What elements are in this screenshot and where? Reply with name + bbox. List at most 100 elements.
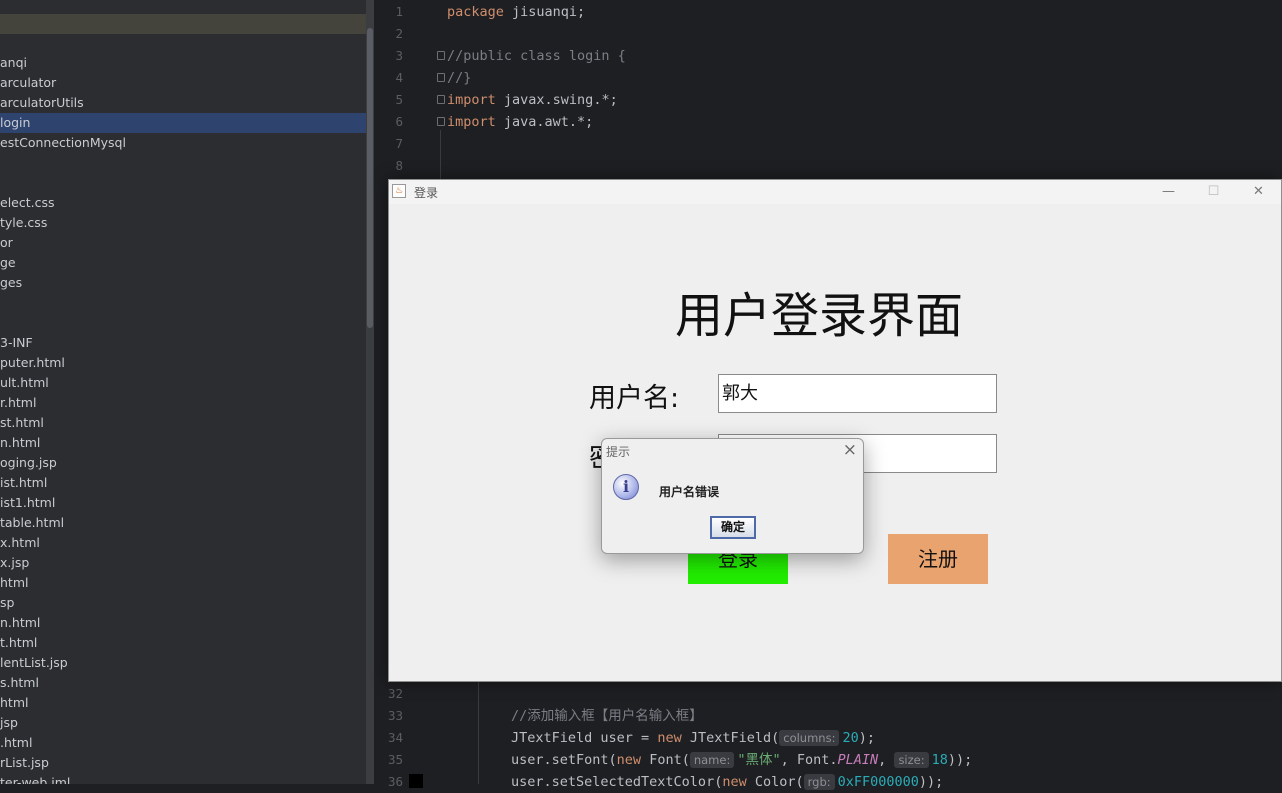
code-line[interactable]: import java.awt.*; — [447, 111, 593, 133]
code-text: )); — [947, 752, 973, 768]
code-line[interactable]: user.setFont(new Font(name: "黑体", Font.PL… — [511, 749, 972, 771]
tree-item[interactable]: login — [0, 113, 366, 133]
indent-guide — [478, 682, 479, 784]
dialog-title: 提示 — [606, 445, 631, 459]
tree-item[interactable]: or — [0, 233, 13, 253]
tree-item[interactable]: html — [0, 693, 28, 713]
tree-item[interactable]: ult.html — [0, 373, 49, 393]
line-number: 8 — [395, 158, 403, 173]
tree-item[interactable]: 3-INF — [0, 333, 33, 353]
tree-item[interactable]: n.html — [0, 433, 40, 453]
fold-icon[interactable] — [437, 117, 445, 126]
window-titlebar[interactable]: ♨ 登录 — ☐ ✕ — [389, 180, 1281, 204]
tree-item[interactable]: ges — [0, 273, 22, 293]
tree-item[interactable]: t.html — [0, 633, 37, 653]
code-text: javax.swing.*; — [495, 92, 618, 108]
line-number: 33 — [387, 708, 403, 723]
tree-item[interactable]: estConnectionMysql — [0, 133, 126, 153]
info-icon: i — [613, 474, 639, 500]
scrollbar-thumb[interactable] — [367, 28, 373, 328]
tree-item[interactable]: x.jsp — [0, 553, 29, 573]
code-line[interactable]: JTextField user = new JTextField(columns… — [511, 727, 875, 749]
code-text: Color( — [746, 774, 804, 790]
tree-item[interactable]: .html — [0, 733, 32, 753]
code-text: )); — [918, 774, 944, 790]
register-button[interactable]: 注册 — [888, 534, 988, 584]
keyword: new — [657, 730, 682, 746]
tree-item[interactable]: s.html — [0, 673, 39, 693]
tree-scrollbar[interactable] — [366, 0, 374, 784]
tree-item[interactable]: table.html — [0, 513, 64, 533]
maximize-icon[interactable]: ☐ — [1191, 180, 1236, 204]
ok-button[interactable]: 确定 — [710, 516, 756, 539]
tree-item[interactable]: puter.html — [0, 353, 65, 373]
line-number: 32 — [387, 686, 403, 701]
tree-item[interactable]: tyle.css — [0, 213, 47, 233]
minimize-icon[interactable]: — — [1146, 180, 1191, 204]
fold-icon[interactable] — [437, 73, 445, 82]
fold-icon[interactable] — [437, 51, 445, 60]
login-window: ♨ 登录 — ☐ ✕ 用户登录界面 用户名: 郭大 密 登录 注册 — [388, 179, 1282, 682]
tree-item[interactable]: st.html — [0, 413, 44, 433]
tree-item[interactable]: sp — [0, 593, 14, 613]
code-line[interactable]: user.setSelectedTextColor(new Color(rgb:… — [511, 771, 943, 793]
line-number: 7 — [395, 136, 403, 151]
code-text: , Font. — [780, 752, 838, 768]
code-text: JTextField user = — [511, 730, 658, 746]
tree-item[interactable]: ge — [0, 253, 16, 273]
param-hint: columns: — [779, 730, 840, 746]
keyword: new — [616, 752, 642, 768]
line-number: 1 — [395, 4, 403, 19]
code-text: JTextField( — [681, 730, 780, 746]
line-number: 35 — [387, 752, 403, 767]
fold-icon[interactable] — [437, 95, 445, 104]
code-text: java.awt.*; — [495, 114, 594, 130]
code-line[interactable]: //public class login { — [447, 45, 626, 67]
line-number: 2 — [395, 26, 403, 41]
username-input[interactable]: 郭大 — [718, 374, 997, 413]
string-literal: "黑体" — [737, 752, 781, 768]
tree-item[interactable]: ist1.html — [0, 493, 55, 513]
number-literal: 18 — [931, 752, 948, 768]
tree-item[interactable]: jsp — [0, 713, 18, 733]
tree-item[interactable]: oging.jsp — [0, 453, 57, 473]
keyword: import — [447, 92, 496, 108]
tree-item[interactable]: arculatorUtils — [0, 93, 84, 113]
param-hint: rgb: — [803, 774, 835, 790]
code-line[interactable]: //} — [447, 67, 471, 89]
line-number: 36 — [387, 774, 403, 789]
breakpoint-marker[interactable] — [409, 774, 423, 788]
line-number: 6 — [395, 114, 403, 129]
constant: PLAIN — [837, 752, 879, 768]
code-text: user.setFont( — [511, 752, 617, 768]
tree-item[interactable]: x.html — [0, 533, 40, 553]
close-icon[interactable]: ✕ — [1236, 180, 1281, 204]
window-title: 登录 — [414, 186, 439, 200]
code-line[interactable]: package jisuanqi; — [447, 1, 585, 23]
tree-item[interactable]: elect.css — [0, 193, 55, 213]
number-literal: 0xFF000000 — [837, 774, 919, 790]
line-number: 3 — [395, 48, 403, 63]
tree-item[interactable]: html — [0, 573, 28, 593]
tree-item[interactable]: anqi — [0, 53, 27, 73]
message-dialog: 提示 × i 用户名错误 确定 — [601, 438, 864, 554]
code-line[interactable]: //添加输入框【用户名输入框】 — [511, 705, 703, 727]
tree-item[interactable]: ter-web.iml — [0, 773, 70, 784]
number-literal: 20 — [842, 730, 859, 746]
tree-item[interactable]: ist.html — [0, 473, 47, 493]
code-text: Font( — [641, 752, 690, 768]
tree-item[interactable]: r.html — [0, 393, 36, 413]
tree-item[interactable]: arculator — [0, 73, 56, 93]
tree-item[interactable]: n.html — [0, 613, 40, 633]
username-label: 用户名: — [589, 383, 680, 414]
code-text: user.setSelectedTextColor( — [511, 774, 723, 790]
tree-item[interactable]: rList.jsp — [0, 753, 49, 773]
param-hint: size: — [894, 752, 929, 768]
param-hint: name: — [689, 752, 735, 768]
tree-item[interactable]: lentList.jsp — [0, 653, 68, 673]
close-icon[interactable]: × — [843, 440, 857, 460]
keyword: new — [722, 774, 747, 790]
code-text: jisuanqi; — [503, 4, 586, 20]
code-line[interactable]: import javax.swing.*; — [447, 89, 618, 111]
tree-header-strip — [0, 14, 366, 34]
